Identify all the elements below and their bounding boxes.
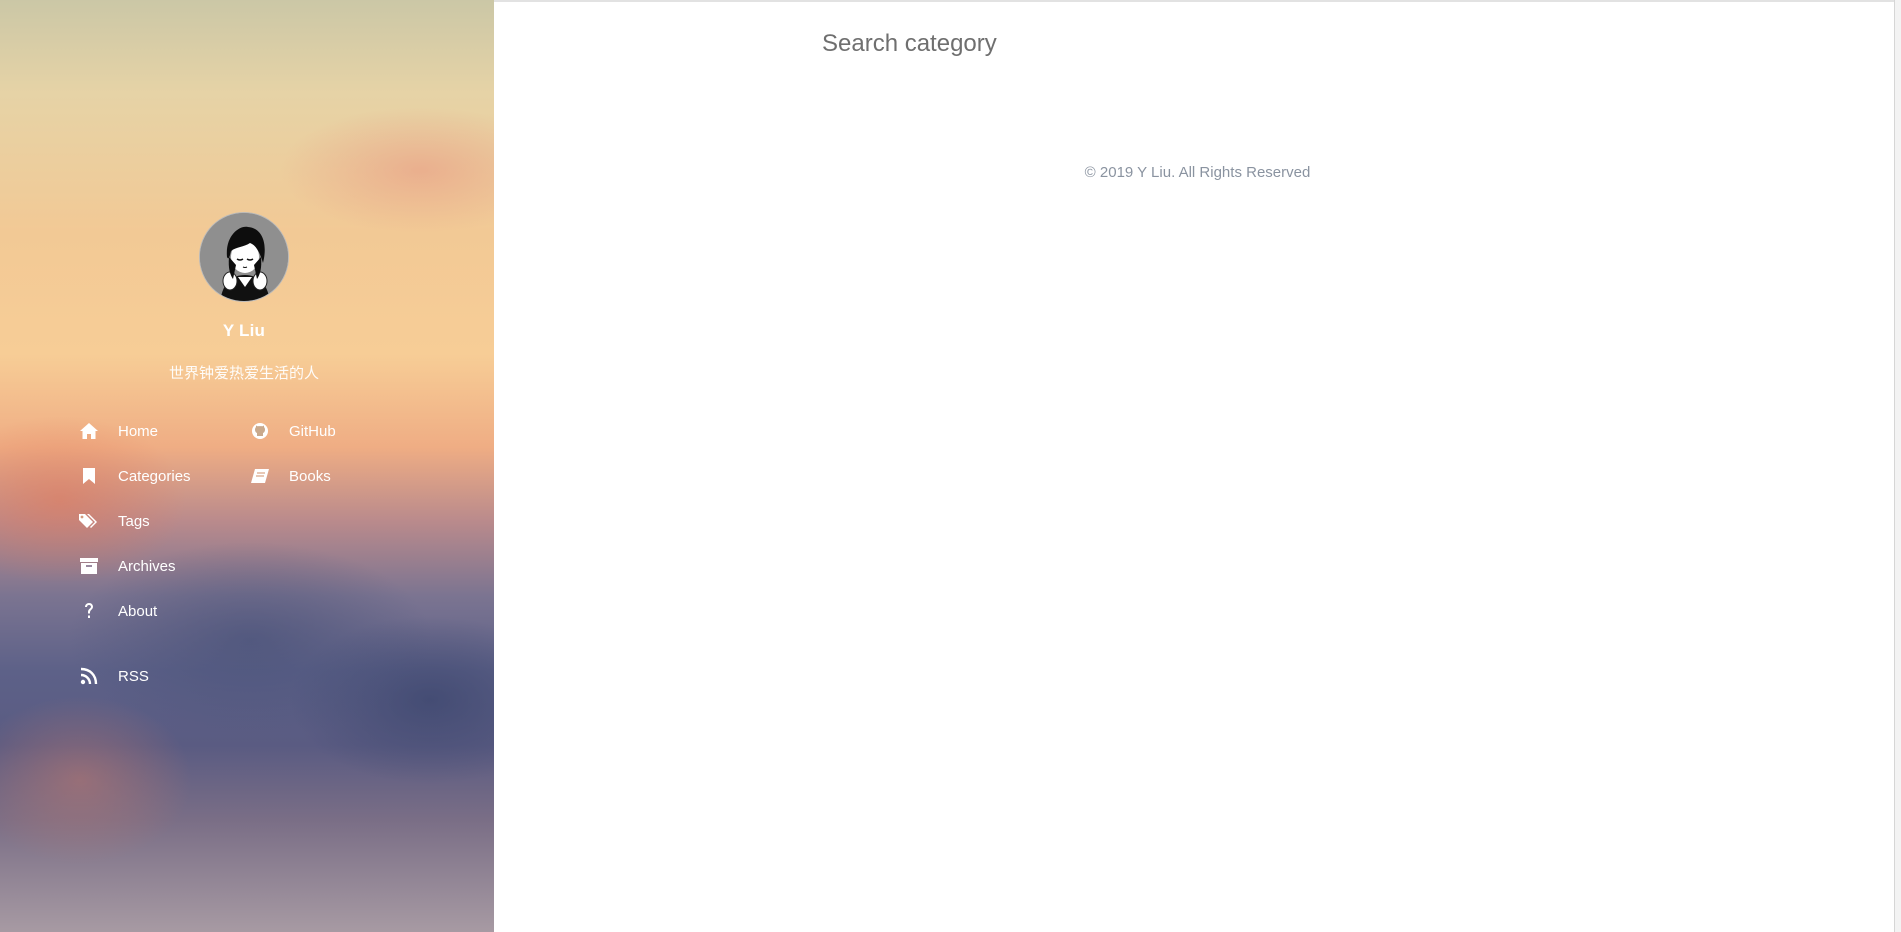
- nav-categories-label: Categories: [118, 467, 191, 485]
- nav-tags[interactable]: Tags: [78, 509, 150, 533]
- bookmark-icon: [78, 465, 100, 487]
- nav-archives-label: Archives: [118, 557, 176, 575]
- nav-about-label: About: [118, 602, 158, 620]
- nav-about[interactable]: About: [78, 599, 157, 623]
- nav-github-label: GitHub: [289, 422, 336, 440]
- scrollbar[interactable]: [1894, 0, 1901, 932]
- search-input[interactable]: [820, 24, 1420, 64]
- footer-copyright: © 2019 Y Liu. All Rights Reserved: [1084, 164, 1311, 181]
- rss-icon: [78, 665, 100, 687]
- nav-books[interactable]: Books: [249, 464, 331, 488]
- tags-icon: [78, 510, 100, 532]
- nav-rss[interactable]: RSS: [78, 664, 149, 688]
- archive-icon: [78, 555, 100, 577]
- nav-home-label: Home: [118, 422, 159, 440]
- main-content: © 2019 Y Liu. All Rights Reserved: [494, 0, 1901, 932]
- sidebar: Y Liu 世界钟爱热爱生活的人 Home GitHub Categories …: [0, 0, 494, 932]
- github-icon: [249, 420, 271, 442]
- question-icon: [78, 600, 100, 622]
- nav-home[interactable]: Home: [78, 419, 158, 443]
- nav-tags-label: Tags: [118, 512, 150, 530]
- book-icon: [249, 465, 271, 487]
- nav-github[interactable]: GitHub: [249, 419, 336, 443]
- nav-archives[interactable]: Archives: [78, 554, 176, 578]
- nav-books-label: Books: [289, 467, 331, 485]
- home-icon: [78, 420, 100, 442]
- nav-rss-label: RSS: [118, 667, 149, 685]
- nav-categories[interactable]: Categories: [78, 464, 191, 488]
- author-name: Y Liu: [222, 321, 266, 340]
- avatar[interactable]: [199, 212, 289, 302]
- author-bio: 世界钟爱热爱生活的人: [168, 365, 319, 382]
